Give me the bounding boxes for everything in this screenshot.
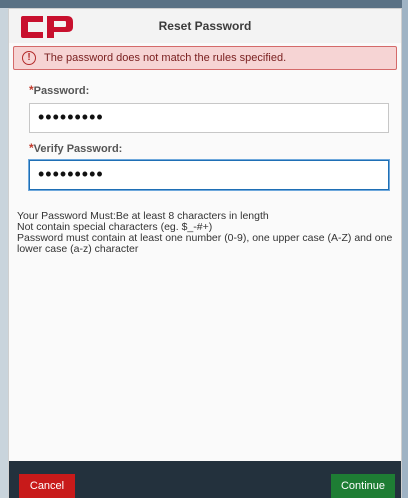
error-banner: ! The password does not match the rules …	[13, 46, 397, 70]
password-label: *Password:	[29, 83, 90, 97]
verify-password-field[interactable]: •••••••••	[29, 160, 389, 190]
error-message: The password does not match the rules sp…	[44, 52, 287, 64]
alert-circle-icon: !	[22, 51, 36, 65]
cancel-button[interactable]: Cancel	[19, 474, 75, 498]
verify-password-label: *Verify Password:	[29, 141, 123, 155]
dialog-header: Reset Password	[9, 9, 401, 43]
dialog-title: Reset Password	[158, 19, 252, 33]
password-field[interactable]: •••••••••	[29, 103, 389, 133]
background-strip	[0, 0, 402, 8]
reset-password-dialog: Reset Password ! The password does not m…	[8, 8, 402, 498]
continue-button[interactable]: Continue	[331, 474, 395, 498]
dialog-footer: Cancel Continue	[9, 461, 401, 498]
password-rules: Your Password Must:Be at least 8 charact…	[17, 211, 403, 255]
rule-line: Password must contain at least one numbe…	[17, 232, 393, 255]
